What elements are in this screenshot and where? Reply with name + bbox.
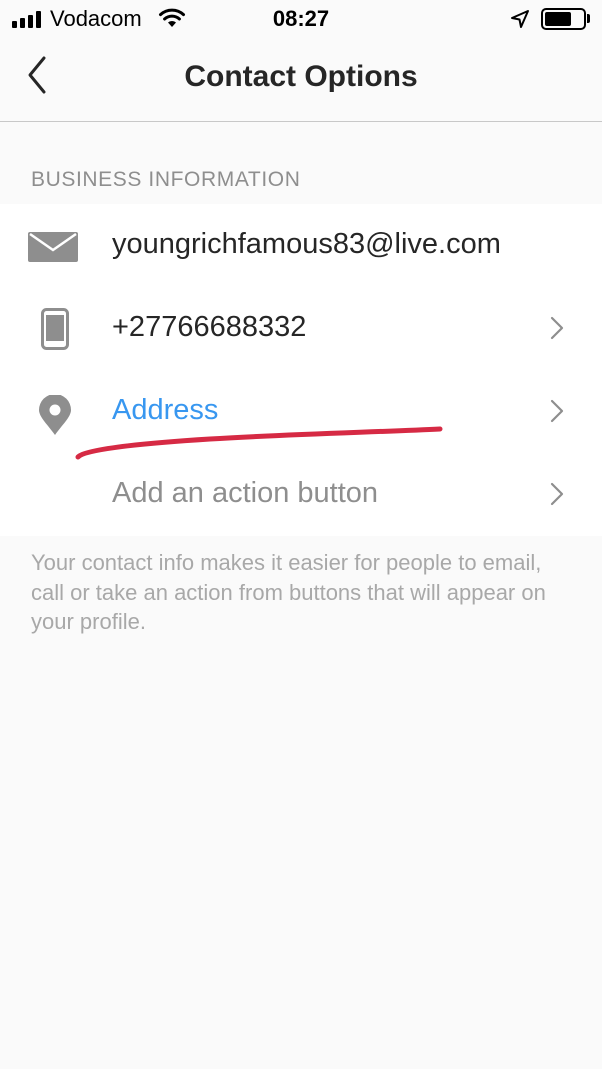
mobile-phone-icon (41, 308, 69, 350)
location-pin-icon (39, 395, 71, 435)
chevron-right-icon (550, 399, 564, 423)
chevron-right-icon (550, 316, 564, 340)
battery-icon (541, 8, 586, 30)
red-underline-annotation (75, 426, 443, 460)
page-title: Contact Options (184, 60, 418, 93)
email-value: youngrichfamous83@live.com (112, 228, 501, 260)
section-header: BUSINESS INFORMATION (31, 168, 301, 191)
contact-options-list: youngrichfamous83@live.com +27766688332 … (0, 204, 602, 536)
battery-level (545, 12, 571, 26)
phone-row[interactable]: +27766688332 (0, 287, 602, 370)
chevron-right-icon (550, 482, 564, 506)
envelope-icon (28, 232, 78, 262)
location-services-icon (511, 10, 529, 28)
add-action-button-row[interactable]: Add an action button (0, 453, 602, 536)
navigation-bar: Contact Options (0, 38, 602, 122)
add-action-button-label: Add an action button (112, 477, 379, 509)
battery-tip (587, 14, 590, 23)
contact-info-hint: Your contact info makes it easier for pe… (31, 550, 546, 634)
email-row[interactable]: youngrichfamous83@live.com (0, 204, 602, 287)
status-bar: Vodacom 08:27 (0, 0, 602, 38)
phone-value: +27766688332 (112, 311, 307, 343)
contact-options-screen: Vodacom 08:27 Contact Options BUSINESS I… (0, 0, 602, 1069)
